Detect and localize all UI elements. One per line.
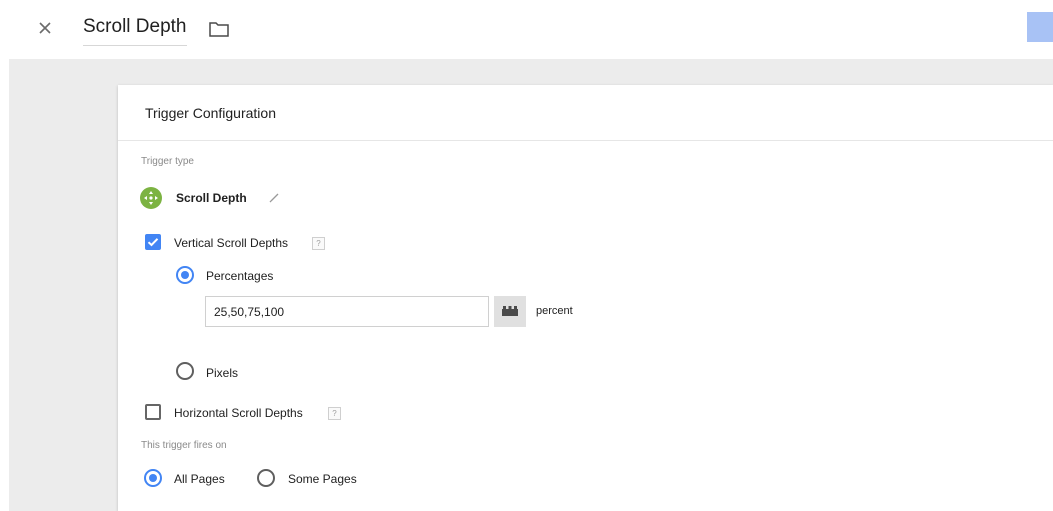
vertical-scroll-depths-checkbox[interactable] [145,234,161,250]
folder-button[interactable] [207,19,231,39]
some-pages-label: Some Pages [288,472,357,486]
horizontal-help-icon[interactable]: ? [328,407,341,420]
pencil-icon [269,193,279,203]
pixels-label: Pixels [206,366,239,380]
page-title[interactable]: Scroll Depth [83,16,187,46]
close-button[interactable] [33,16,57,40]
top-bar: Scroll Depth [0,0,1053,59]
fires-on-label: This trigger fires on [141,440,227,451]
close-icon [39,22,51,34]
trigger-type-icon [140,187,162,209]
variable-icon [502,306,518,316]
pixels-radio[interactable] [176,362,194,380]
percent-unit-label: percent [536,305,573,317]
trigger-type-label: Trigger type [141,156,194,167]
vertical-help-icon[interactable]: ? [312,237,325,250]
insert-variable-button[interactable] [494,296,526,327]
some-pages-radio[interactable] [257,469,275,487]
checkmark-icon [147,238,159,247]
vertical-scroll-depths-label: Vertical Scroll Depths [174,236,289,250]
trigger-configuration-card: Trigger Configuration Trigger type Scrol… [118,85,1053,511]
horizontal-scroll-depths-checkbox[interactable] [145,404,161,420]
percentages-label: Percentages [206,269,274,283]
trigger-type-name: Scroll Depth [176,191,247,205]
percentages-input[interactable] [205,296,489,327]
move-arrows-icon [144,191,158,205]
all-pages-label: All Pages [174,472,225,486]
card-title: Trigger Configuration [145,105,276,121]
card-header: Trigger Configuration [118,85,1053,141]
save-button[interactable] [1027,12,1053,42]
edit-trigger-type-button[interactable] [268,190,282,204]
all-pages-radio[interactable] [144,469,162,487]
folder-icon [209,22,229,37]
percentages-radio[interactable] [176,266,194,284]
horizontal-scroll-depths-label: Horizontal Scroll Depths [174,406,303,420]
